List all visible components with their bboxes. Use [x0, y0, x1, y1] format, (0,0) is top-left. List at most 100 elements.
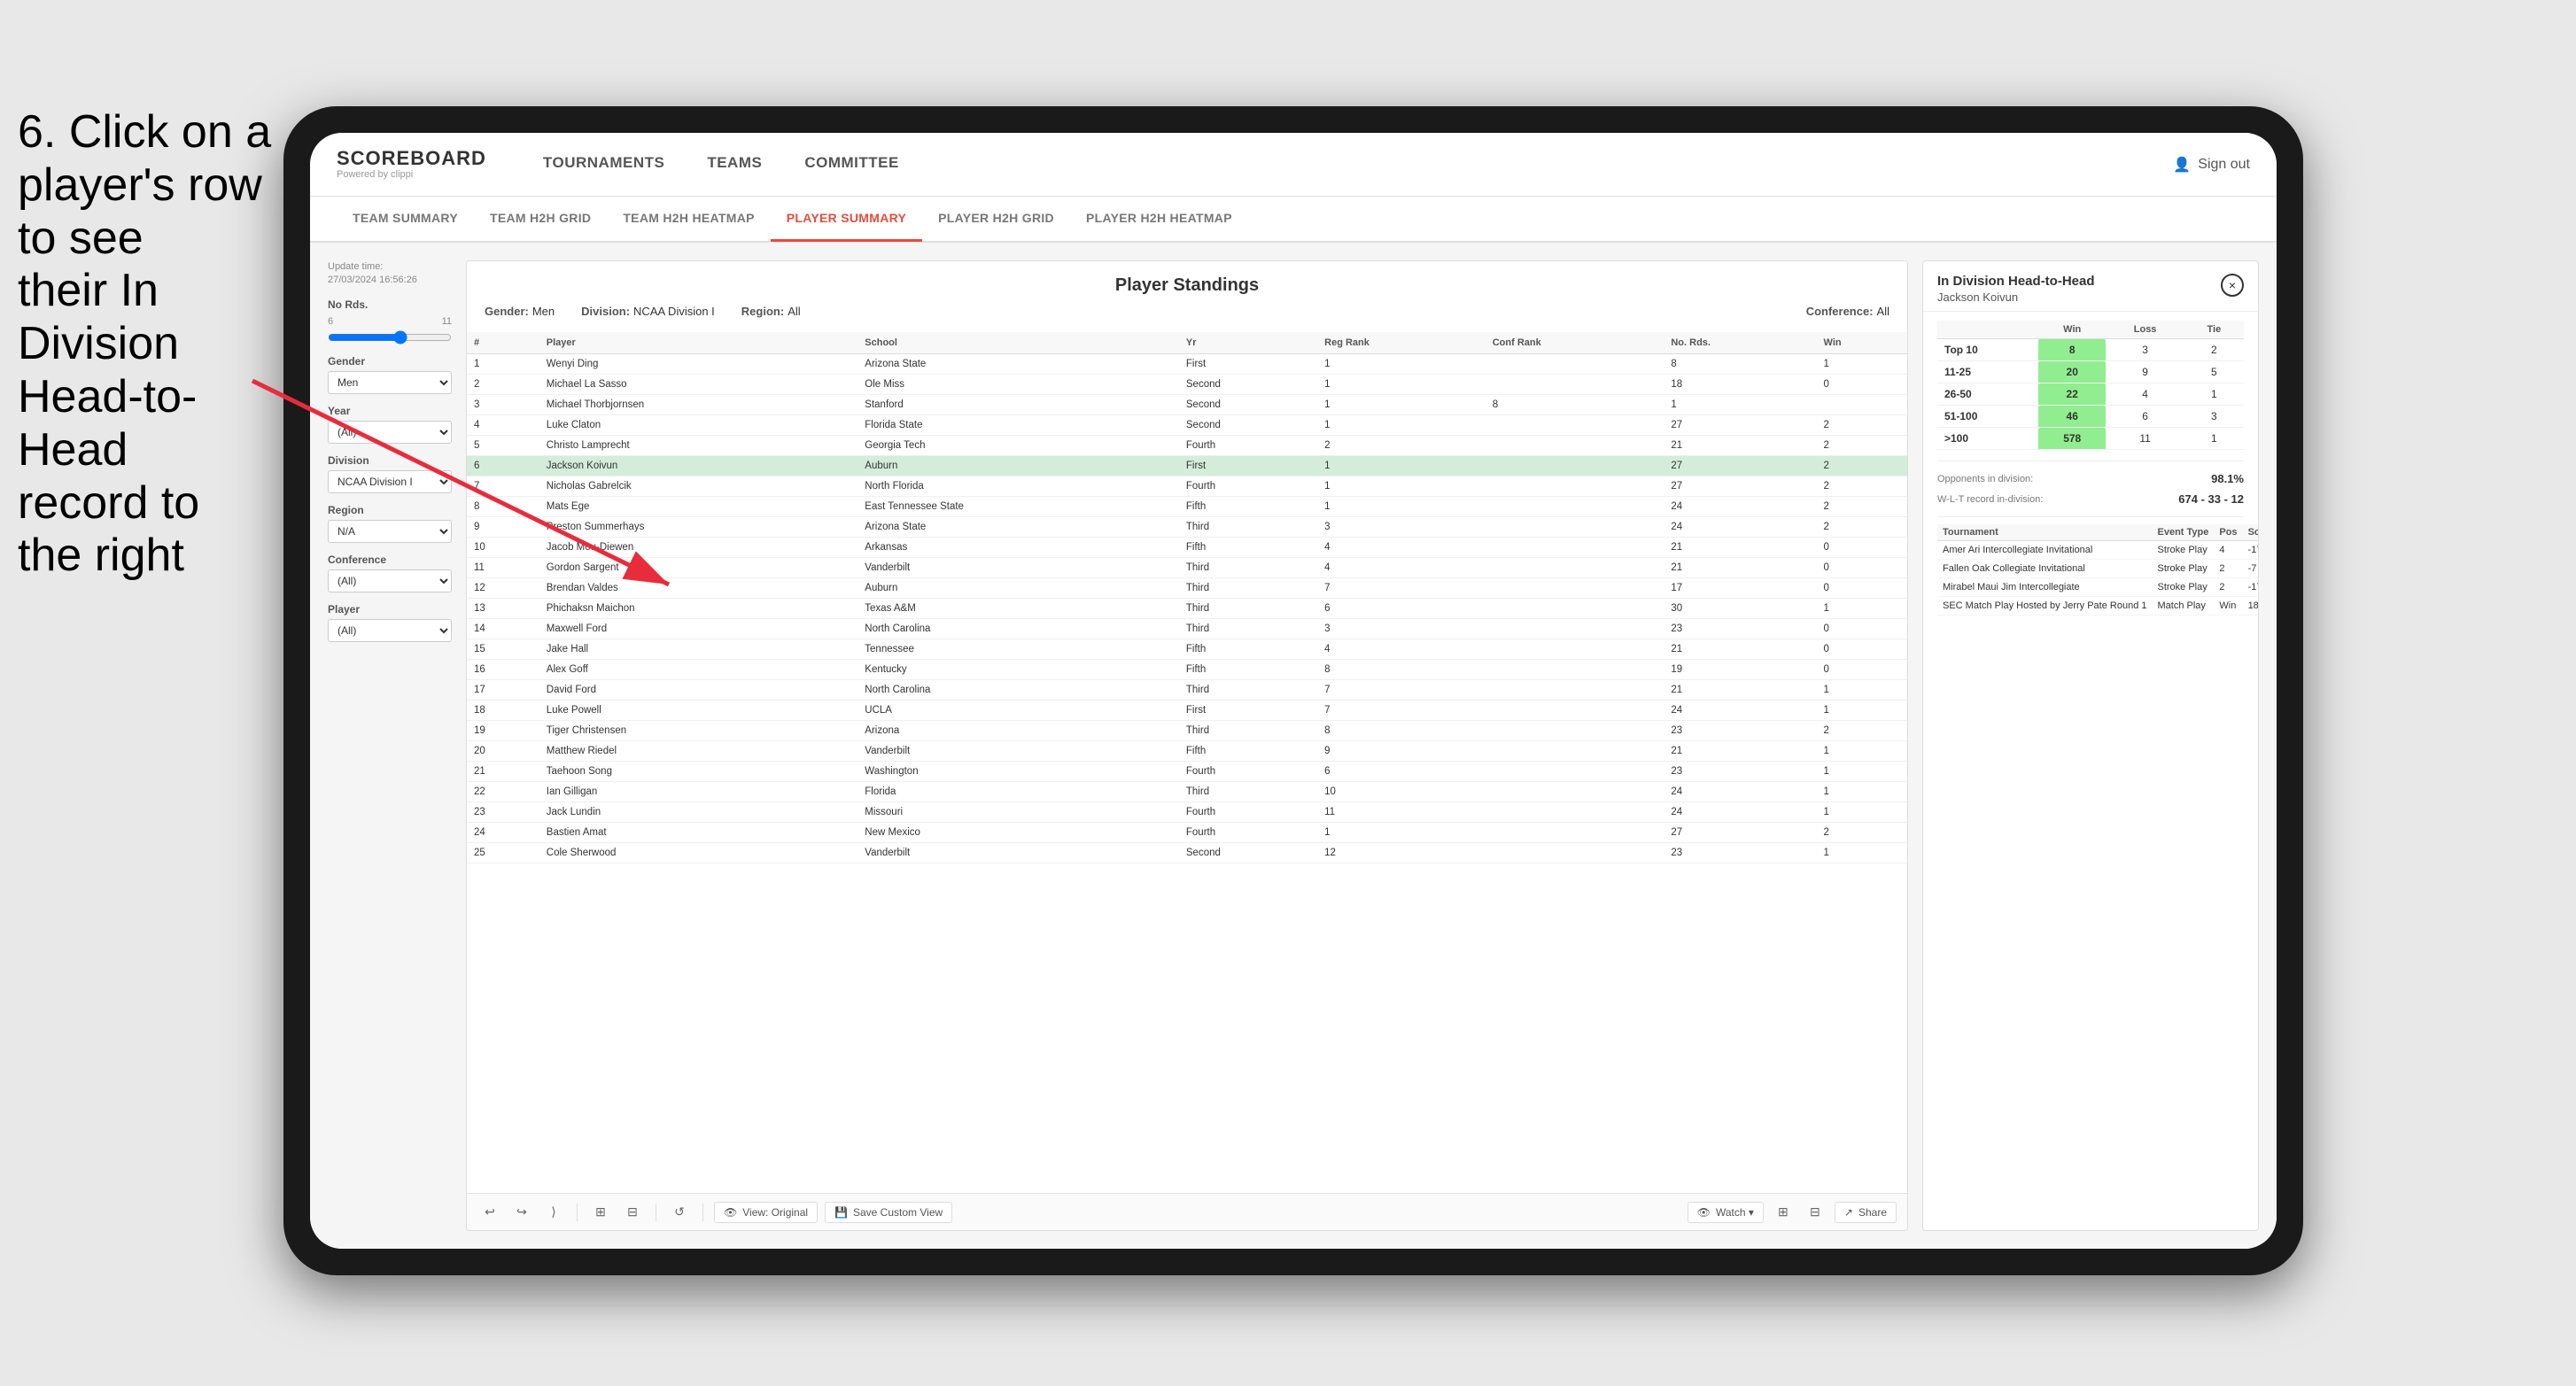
table-row[interactable]: 24 Bastien Amat New Mexico Fourth 1 27 2: [467, 823, 1907, 843]
cell-rank: 20: [467, 741, 539, 762]
cell-reg: 6: [1317, 599, 1486, 619]
table-row[interactable]: 18 Luke Powell UCLA First 7 24 1: [467, 701, 1907, 721]
cell-rds: 19: [1664, 660, 1816, 680]
tournament-row: SEC Match Play Hosted by Jerry Pate Roun…: [1937, 597, 2258, 616]
h2h-row: 51-100 46 6 3: [1937, 406, 2244, 428]
region-select[interactable]: N/A: [328, 520, 452, 543]
h2h-opponents-row: Opponents in division: 98.1%: [1937, 468, 2244, 489]
tab-player-summary[interactable]: PLAYER SUMMARY: [771, 196, 922, 242]
cell-school: Texas A&M: [857, 599, 1179, 619]
cell-yr: Fifth: [1179, 741, 1317, 762]
cell-win: 1: [1817, 680, 1907, 701]
table-row[interactable]: 12 Brendan Valdes Auburn Third 7 17 0: [467, 578, 1907, 599]
cell-conf: [1486, 375, 1664, 395]
tournament-name: Mirabel Maui Jim Intercollegiate: [1937, 578, 2153, 597]
cell-win: 2: [1817, 436, 1907, 456]
tab-team-h2h-heatmap[interactable]: TEAM H2H HEATMAP: [607, 196, 770, 242]
table-row[interactable]: 16 Alex Goff Kentucky Fifth 8 19 0: [467, 660, 1907, 680]
cell-conf: [1486, 497, 1664, 517]
cell-reg: 9: [1317, 741, 1486, 762]
view-original-button[interactable]: 👁 View: Original: [714, 1202, 818, 1223]
conference-select[interactable]: (All): [328, 569, 452, 592]
cell-win: 2: [1817, 517, 1907, 538]
paste-button[interactable]: ⊟: [620, 1200, 645, 1225]
table-row[interactable]: 10 Jacob Mou-Diewen Arkansas Fifth 4 21 …: [467, 538, 1907, 558]
table-row[interactable]: 8 Mats Ege East Tennessee State Fifth 1 …: [467, 497, 1907, 517]
save-custom-button[interactable]: 💾 Save Custom View: [825, 1202, 952, 1223]
cell-reg: 3: [1317, 517, 1486, 538]
table-row[interactable]: 21 Taehoon Song Washington Fourth 6 23 1: [467, 762, 1907, 782]
h2h-row: 11-25 20 9 5: [1937, 361, 2244, 383]
tournament-name: SEC Match Play Hosted by Jerry Pate Roun…: [1937, 597, 2153, 616]
table-row[interactable]: 25 Cole Sherwood Vanderbilt Second 12 23…: [467, 843, 1907, 863]
refresh-button[interactable]: ↺: [667, 1200, 692, 1225]
nav-tournaments[interactable]: TOURNAMENTS: [522, 133, 686, 197]
forward-button[interactable]: ⟩: [541, 1200, 566, 1225]
tab-player-h2h-grid[interactable]: PLAYER H2H GRID: [922, 196, 1070, 242]
toolbar-right: 👁 Watch ▾ ⊞ ⊟ ↗ Share: [1688, 1200, 1897, 1225]
panel-header: Player Standings Gender: Men Division: N…: [467, 261, 1907, 332]
cell-rds: 24: [1664, 782, 1816, 802]
cell-player: Michael La Sasso: [539, 375, 858, 395]
undo-button[interactable]: ↩: [477, 1200, 502, 1225]
copy-button[interactable]: ⊞: [588, 1200, 613, 1225]
no-rds-slider[interactable]: [328, 330, 452, 345]
h2h-close-button[interactable]: ×: [2221, 274, 2244, 297]
table-row[interactable]: 20 Matthew Riedel Vanderbilt Fifth 9 21 …: [467, 741, 1907, 762]
cell-rds: 17: [1664, 578, 1816, 599]
watch-button[interactable]: 👁 Watch ▾: [1688, 1202, 1764, 1223]
table-row[interactable]: 9 Preston Summerhays Arizona State Third…: [467, 517, 1907, 538]
h2h-win: 22: [2038, 383, 2106, 406]
grid-button[interactable]: ⊟: [1803, 1200, 1827, 1225]
toolbar: ↩ ↪ ⟩ ⊞ ⊟ ↺ 👁 View: Original 💾 Sav: [467, 1193, 1907, 1230]
tablet-frame: SCOREBOARD Powered by clippi TOURNAMENTS…: [283, 106, 2303, 1275]
tournament-score: -17: [2243, 541, 2258, 560]
tournament-pos: 2: [2214, 560, 2242, 578]
table-row[interactable]: 19 Tiger Christensen Arizona Third 8 23 …: [467, 721, 1907, 741]
table-row[interactable]: 3 Michael Thorbjornsen Stanford Second 1…: [467, 395, 1907, 415]
cell-rank: 11: [467, 558, 539, 578]
cell-rank: 2: [467, 375, 539, 395]
col-player: Player: [539, 332, 858, 354]
year-select[interactable]: (All): [328, 421, 452, 444]
table-row[interactable]: 7 Nicholas Gabrelcik North Florida Fourt…: [467, 476, 1907, 497]
tab-player-h2h-heatmap[interactable]: PLAYER H2H HEATMAP: [1070, 196, 1248, 242]
cell-conf: [1486, 823, 1664, 843]
table-row[interactable]: 1 Wenyi Ding Arizona State First 1 8 1: [467, 354, 1907, 375]
gender-select[interactable]: Men Women: [328, 371, 452, 394]
tab-team-h2h-grid[interactable]: TEAM H2H GRID: [474, 196, 607, 242]
division-select[interactable]: NCAA Division I: [328, 470, 452, 493]
table-row[interactable]: 15 Jake Hall Tennessee Fifth 4 21 0: [467, 639, 1907, 660]
table-row[interactable]: 4 Luke Claton Florida State Second 1 27 …: [467, 415, 1907, 436]
table-row[interactable]: 6 Jackson Koivun Auburn First 1 27 2: [467, 456, 1907, 476]
col-school: School: [857, 332, 1179, 354]
cell-win: 1: [1817, 782, 1907, 802]
cell-yr: Third: [1179, 680, 1317, 701]
table-row[interactable]: 22 Ian Gilligan Florida Third 10 24 1: [467, 782, 1907, 802]
tournament-row: Fallen Oak Collegiate Invitational Strok…: [1937, 560, 2258, 578]
h2h-tie: 3: [2184, 406, 2244, 428]
cell-conf: [1486, 558, 1664, 578]
tab-team-summary[interactable]: TEAM SUMMARY: [337, 196, 474, 242]
update-time: Update time: 27/03/2024 16:56:26: [328, 260, 452, 288]
cell-win: 0: [1817, 578, 1907, 599]
table-row[interactable]: 13 Phichaksn Maichon Texas A&M Third 6 3…: [467, 599, 1907, 619]
cell-rank: 10: [467, 538, 539, 558]
sign-out-button[interactable]: 👤 Sign out: [2173, 156, 2250, 174]
table-row[interactable]: 2 Michael La Sasso Ole Miss Second 1 18 …: [467, 375, 1907, 395]
table-row[interactable]: 17 David Ford North Carolina Third 7 21 …: [467, 680, 1907, 701]
cell-school: East Tennessee State: [857, 497, 1179, 517]
table-row[interactable]: 5 Christo Lamprecht Georgia Tech Fourth …: [467, 436, 1907, 456]
player-select[interactable]: (All): [328, 619, 452, 642]
cell-player: Wenyi Ding: [539, 354, 858, 375]
nav-committee[interactable]: COMMITTEE: [783, 133, 920, 197]
cell-conf: [1486, 843, 1664, 863]
nav-teams[interactable]: TEAMS: [686, 133, 783, 197]
table-row[interactable]: 14 Maxwell Ford North Carolina Third 3 2…: [467, 619, 1907, 639]
cell-conf: [1486, 802, 1664, 823]
layout-button[interactable]: ⊞: [1771, 1200, 1796, 1225]
share-button[interactable]: ↗ Share: [1835, 1202, 1897, 1223]
table-row[interactable]: 23 Jack Lundin Missouri Fourth 11 24 1: [467, 802, 1907, 823]
table-row[interactable]: 11 Gordon Sargent Vanderbilt Third 4 21 …: [467, 558, 1907, 578]
redo-button[interactable]: ↪: [509, 1200, 534, 1225]
